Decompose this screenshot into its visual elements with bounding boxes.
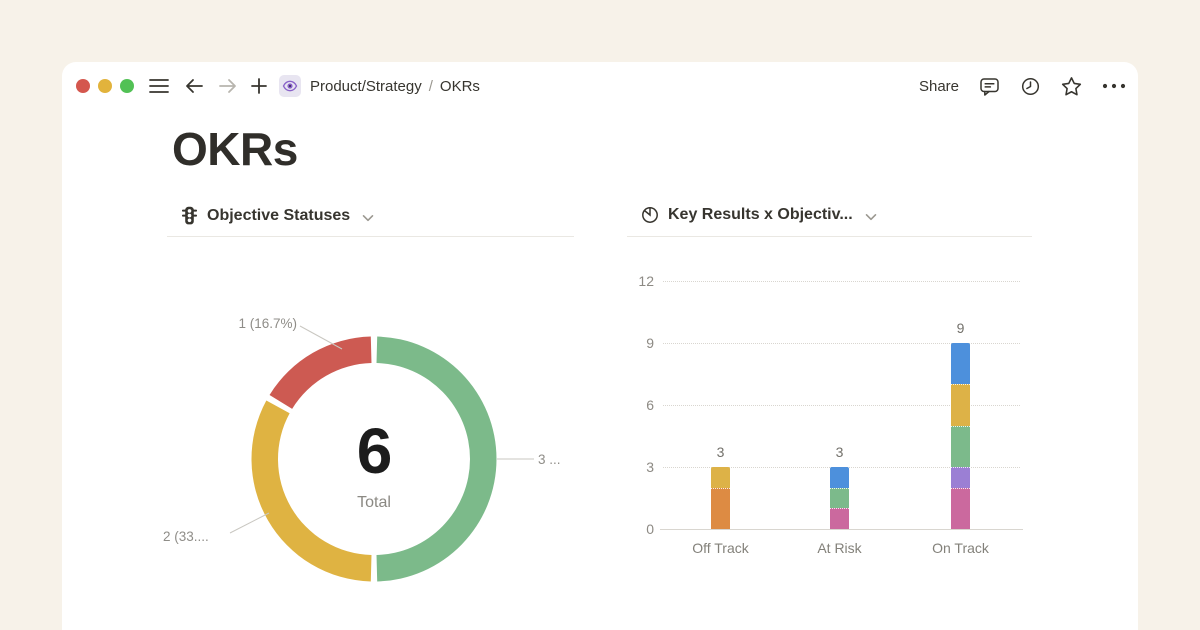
x-category-label-2: On Track [901, 540, 1021, 556]
traffic-light-close-button[interactable] [76, 79, 90, 93]
bar-segment-at-risk-0[interactable] [830, 508, 849, 529]
donut-total-label: Total [314, 494, 434, 512]
window-toolbar-right: Share [919, 74, 1126, 98]
bar-panel-dropdown[interactable] [865, 213, 877, 221]
y-tick-label-3: 3 [620, 458, 654, 476]
bar-panel-divider [627, 236, 1032, 237]
bar-segment-on-track-0[interactable] [951, 488, 970, 529]
bar-chart-baseline [660, 529, 1023, 530]
traffic-light-status-icon [181, 206, 198, 226]
bar-panel-header: Key Results x Objectiv... [641, 206, 877, 224]
bar-segment-on-track-1[interactable] [951, 467, 970, 488]
bar-segment-off-track-0[interactable] [711, 488, 730, 529]
gridline-12 [663, 281, 1020, 282]
donut-slice-label-green: 3 ... [538, 452, 561, 467]
comments-button[interactable] [979, 76, 1000, 97]
pie-chart-icon [641, 206, 659, 224]
new-page-button[interactable] [250, 77, 268, 95]
breadcrumb: Product/Strategy / OKRs [310, 78, 480, 95]
more-options-button[interactable] [1102, 83, 1126, 89]
breadcrumb-separator: / [429, 78, 433, 95]
donut-panel-header: Objective Statuses [181, 206, 374, 226]
y-tick-label-12: 12 [620, 272, 654, 290]
star-icon [1061, 76, 1082, 97]
traffic-light-minimize-button[interactable] [98, 79, 112, 93]
page-title: OKRs [172, 122, 298, 176]
arrow-right-icon [218, 78, 238, 94]
bar-segment-on-track-4[interactable] [951, 343, 970, 384]
bar-segment-at-risk-1[interactable] [830, 488, 849, 509]
y-tick-label-6: 6 [620, 396, 654, 414]
ellipsis-icon [1102, 83, 1126, 89]
chevron-down-icon [865, 213, 877, 221]
donut-slice-2[interactable] [270, 337, 372, 409]
bar-segment-on-track-3[interactable] [951, 384, 970, 425]
desktop-background: Product/Strategy / OKRs Share [0, 0, 1200, 630]
bar-segment-at-risk-2[interactable] [830, 467, 849, 488]
bar-total-label-2: 9 [941, 320, 981, 336]
comment-icon [979, 76, 1000, 97]
bar-panel-title: Key Results x Objectiv... [668, 206, 853, 224]
donut-total-value: 6 [314, 419, 434, 483]
bar-segment-on-track-2[interactable] [951, 426, 970, 467]
sidebar-menu-button[interactable] [149, 79, 169, 93]
donut-panel-title: Objective Statuses [207, 207, 350, 225]
plus-icon [250, 77, 268, 95]
eye-icon [282, 78, 298, 94]
donut-panel-divider [167, 236, 574, 237]
donut-slice-label-red: 1 (16.7%) [177, 316, 297, 331]
bar-segment-off-track-1[interactable] [711, 467, 730, 488]
page-icon-badge[interactable] [279, 75, 301, 97]
arrow-left-icon [184, 78, 204, 94]
menu-icon [149, 79, 169, 93]
donut-panel-dropdown[interactable] [362, 214, 374, 222]
forward-button[interactable] [218, 78, 238, 94]
breadcrumb-current[interactable]: OKRs [440, 78, 480, 95]
updates-button[interactable] [1020, 76, 1041, 97]
x-category-label-0: Off Track [661, 540, 781, 556]
share-button[interactable]: Share [919, 78, 959, 95]
back-button[interactable] [184, 78, 204, 94]
y-tick-label-9: 9 [620, 334, 654, 352]
x-category-label-1: At Risk [780, 540, 900, 556]
clock-icon [1020, 76, 1041, 97]
breadcrumb-parent[interactable]: Product/Strategy [310, 78, 422, 95]
bar-total-label-1: 3 [820, 444, 860, 460]
chevron-down-icon [362, 214, 374, 222]
favorite-button[interactable] [1061, 76, 1082, 97]
donut-slice-label-yellow: 2 (33.... [163, 529, 209, 544]
window-toolbar-left: Product/Strategy / OKRs [76, 74, 480, 98]
bar-total-label-0: 3 [701, 444, 741, 460]
y-tick-label-0: 0 [620, 520, 654, 538]
traffic-light-zoom-button[interactable] [120, 79, 134, 93]
